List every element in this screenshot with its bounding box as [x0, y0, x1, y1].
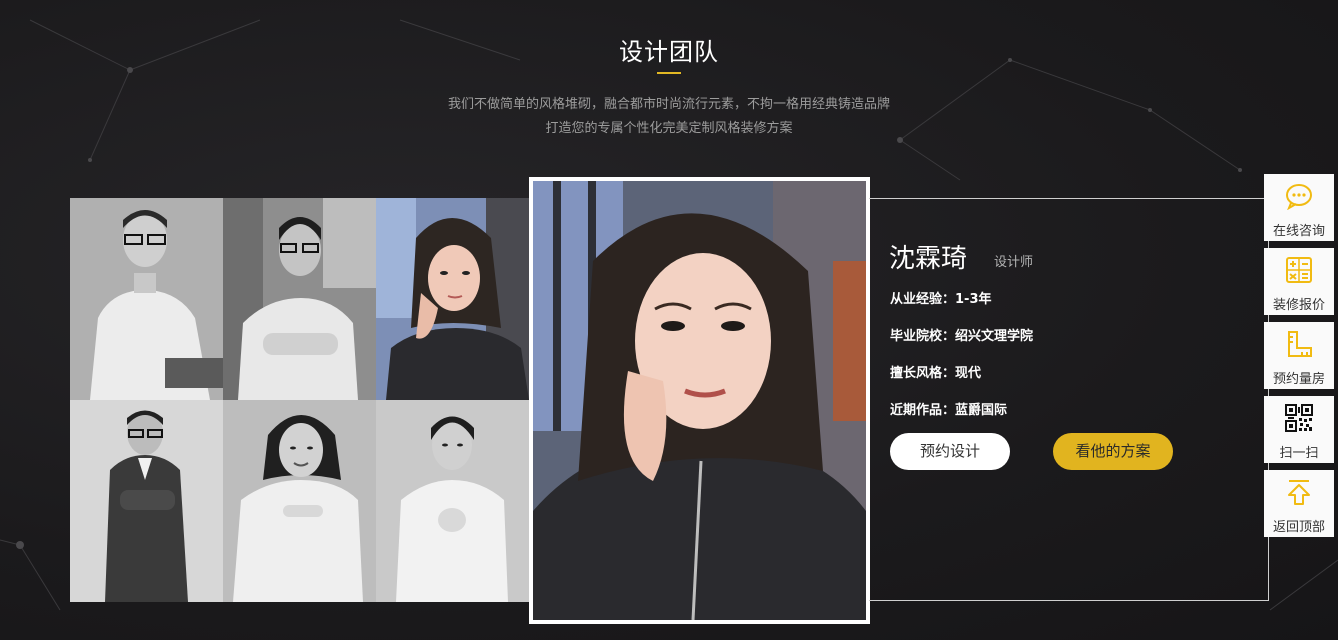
- featured-designer-photo: [533, 181, 866, 620]
- designer-photo: [70, 400, 223, 602]
- designer-name: 沈霖琦: [889, 244, 968, 274]
- featured-designer-photo-frame: [529, 177, 870, 624]
- designer-recent-work: 近期作品：蓝爵国际: [890, 403, 1008, 418]
- designer-experience: 从业经验：1-3年: [890, 292, 992, 307]
- sidebar-item-label: 预约量房: [1272, 372, 1325, 387]
- designer-school: 毕业院校：绍兴文理学院: [890, 329, 1034, 344]
- calculator-icon: [1286, 257, 1312, 283]
- designer-thumbnail[interactable]: [376, 198, 529, 400]
- qr-code-icon: [1285, 404, 1313, 432]
- designer-photo: [376, 198, 529, 400]
- designer-photo: [223, 198, 376, 400]
- sidebar-item-online-consult[interactable]: 在线咨询: [1264, 174, 1334, 241]
- design-team-section: 设计团队 我们不做简单的风格堆砌，融合都市时尚流行元素，不拘一格用经典铸造品牌 …: [0, 0, 1338, 640]
- designer-photo: [223, 400, 376, 602]
- designer-style: 擅长风格：现代: [890, 366, 982, 381]
- designer-thumbnail[interactable]: [70, 198, 223, 400]
- ruler-icon: [1288, 331, 1312, 357]
- sidebar-item-label: 返回顶部: [1272, 520, 1325, 535]
- designer-thumbnail-grid: [70, 198, 529, 602]
- designer-thumbnail[interactable]: [223, 400, 376, 602]
- designer-photo: [70, 198, 223, 400]
- section-title: 设计团队: [619, 38, 719, 66]
- designer-thumbnail[interactable]: [376, 400, 529, 602]
- sidebar-item-label: 在线咨询: [1272, 224, 1325, 239]
- designer-thumbnail[interactable]: [70, 400, 223, 602]
- section-description-line-1: 我们不做简单的风格堆砌，融合都市时尚流行元素，不拘一格用经典铸造品牌: [447, 97, 890, 112]
- title-underline: [657, 72, 681, 74]
- sidebar-item-label: 扫一扫: [1279, 446, 1319, 461]
- back-to-top-icon: [1288, 480, 1310, 505]
- sidebar-item-back-to-top[interactable]: 返回顶部: [1264, 470, 1334, 537]
- chat-icon: [1286, 184, 1312, 210]
- book-design-button[interactable]: 预约设计: [890, 433, 1010, 470]
- section-description-line-2: 打造您的专属个性化完美定制风格装修方案: [545, 121, 793, 136]
- sidebar-item-label: 装修报价: [1272, 298, 1325, 313]
- designer-thumbnail[interactable]: [223, 198, 376, 400]
- sidebar-item-renovation-quote[interactable]: 装修报价: [1264, 248, 1334, 315]
- designer-photo: [376, 400, 529, 602]
- sidebar-item-book-measurement[interactable]: 预约量房: [1264, 322, 1334, 389]
- view-cases-button[interactable]: 看他的方案: [1053, 433, 1173, 470]
- designer-role: 设计师: [994, 255, 1034, 270]
- sidebar-item-scan[interactable]: 扫一扫: [1264, 396, 1334, 463]
